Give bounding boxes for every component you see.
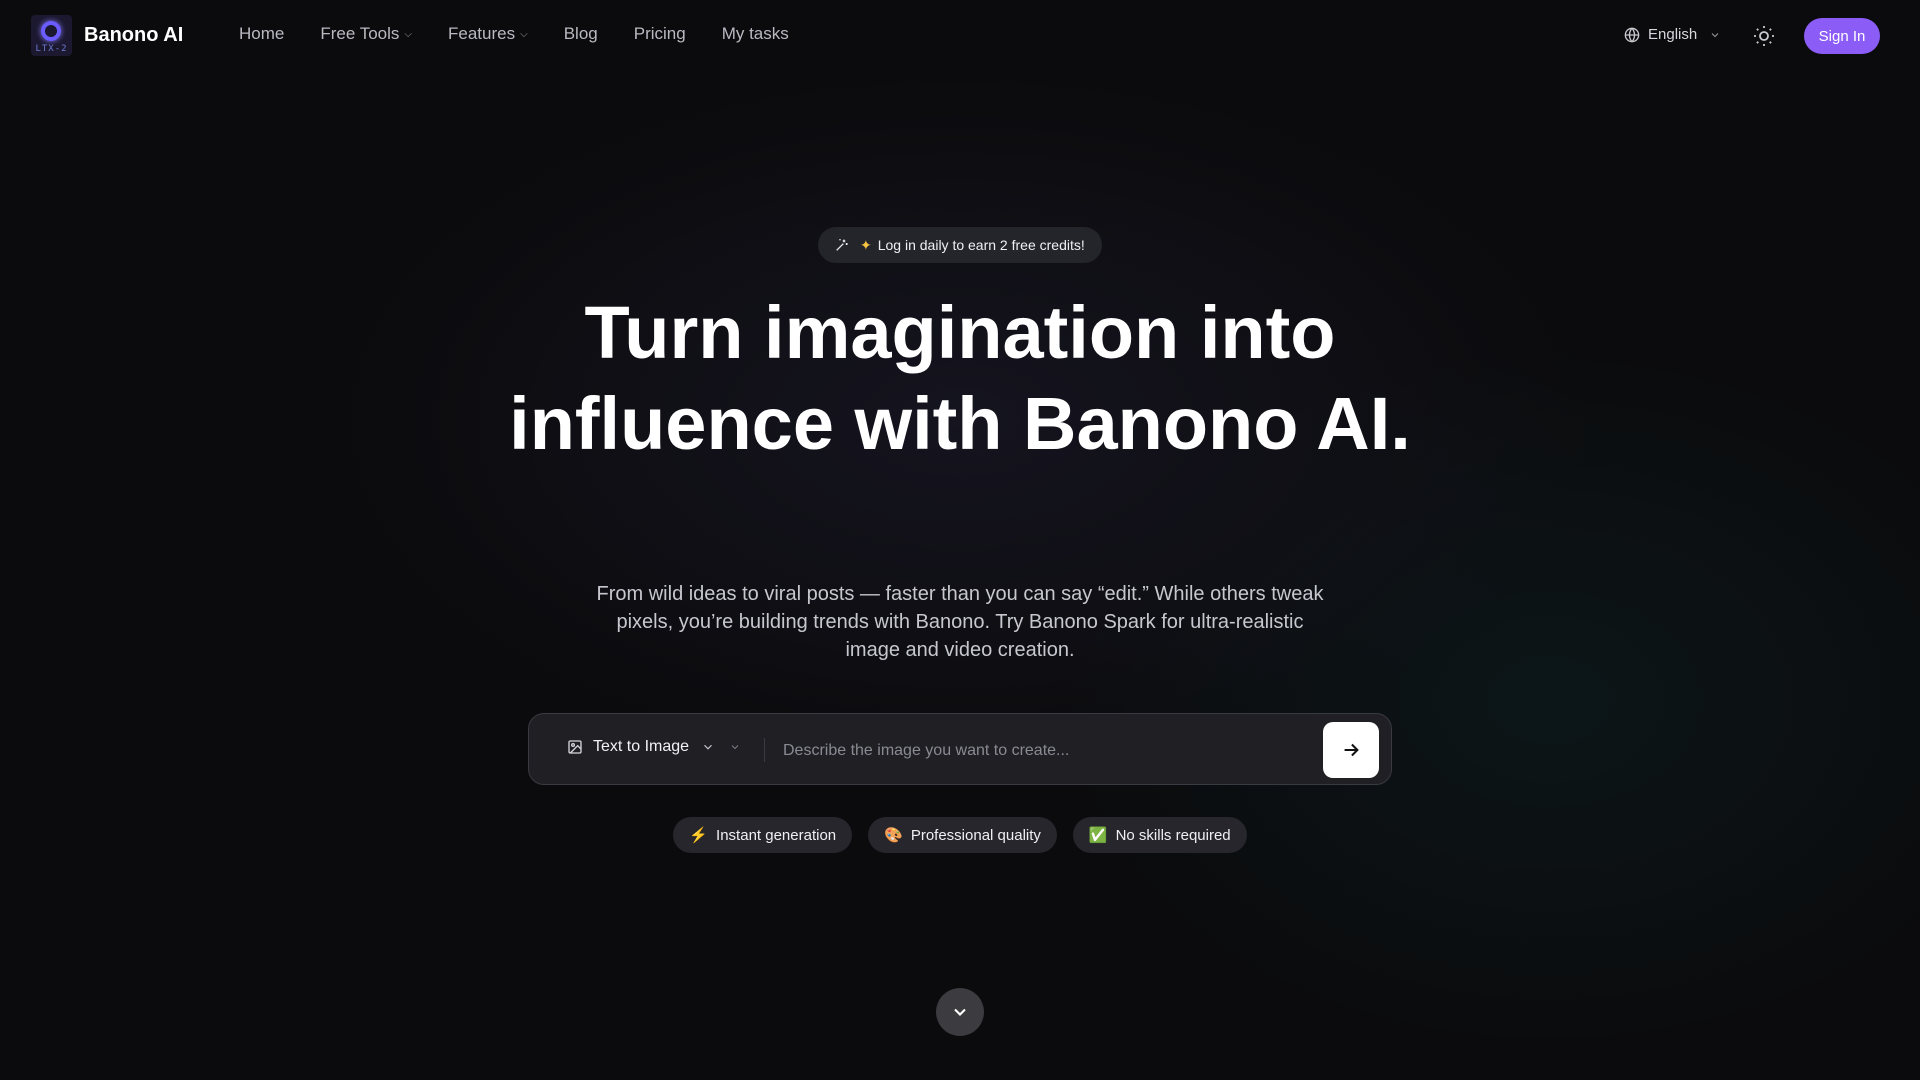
hero-title: Turn imagination into influence with Ban… [509,291,1411,465]
prompt-box: Text to Image [528,713,1392,785]
main-nav: Home Free Tools ⌵ Features ⌵ Blog Pricing … [239,24,825,44]
chip-professional-quality: 🎨 Professional quality [868,817,1057,853]
chevron-down-icon [954,1008,966,1016]
hero-subtitle: From wild ideas to viral posts — faster … [596,583,1324,661]
arrow-right-icon [1344,743,1359,757]
palette-icon: 🎨 [884,827,903,844]
lightning-icon: ⚡ [689,827,709,844]
globe-icon [1624,27,1640,42]
prompt-input[interactable] [783,736,1343,766]
logo-link[interactable]: LTX-2 Banono AI [31,15,183,56]
mode-selector[interactable]: Text to Image [567,738,741,756]
language-selector[interactable]: English [1624,26,1729,43]
magic-wand-icon [836,239,848,251]
nav-blog[interactable]: Blog [564,24,598,44]
sign-in-button[interactable]: Sign In [1804,18,1880,54]
nav-home[interactable]: Home [239,24,284,44]
sparkle-icon: ✦ [860,236,872,253]
checkmark-icon: ✅ [1088,827,1108,844]
site-header: LTX-2 Banono AI Home Free Tools ⌵ Feature… [0,0,1920,72]
nav-free-tools[interactable]: Free Tools ⌵ [320,24,412,44]
language-label: English [1648,26,1698,43]
chevron-down-icon: ⌵ [520,28,528,40]
chevron-down-icon [1711,32,1719,37]
badge-text: Log in daily to earn 2 free credits! [877,237,1085,253]
chevron-down-icon [704,744,712,750]
chevron-down-icon: ⌵ [404,28,413,40]
sun-icon [1754,26,1774,46]
nav-features[interactable]: Features ⌵ [448,24,528,44]
logo-text: LTX-2 [35,44,68,54]
chevron-down-icon [731,745,739,750]
feature-chips: ⚡ Instant generation 🎨 Professional qual… [0,817,1920,853]
chip-no-skills: ✅ No skills required [1072,817,1247,853]
theme-toggle-button[interactable] [1752,24,1776,48]
scroll-down-button[interactable] [936,988,984,1036]
divider [764,738,765,762]
brand-name: Banono AI [84,24,184,46]
mode-label: Text to Image [593,738,690,755]
logo-icon: LTX-2 [31,15,72,56]
generate-button[interactable] [1323,722,1379,778]
chip-instant-generation: ⚡ Instant generation [673,817,853,853]
nav-pricing[interactable]: Pricing [634,24,686,44]
nav-my-tasks[interactable]: My tasks [722,24,789,44]
image-icon [568,740,582,754]
daily-credits-badge[interactable]: ✦ Log in daily to earn 2 free credits! [818,227,1102,263]
